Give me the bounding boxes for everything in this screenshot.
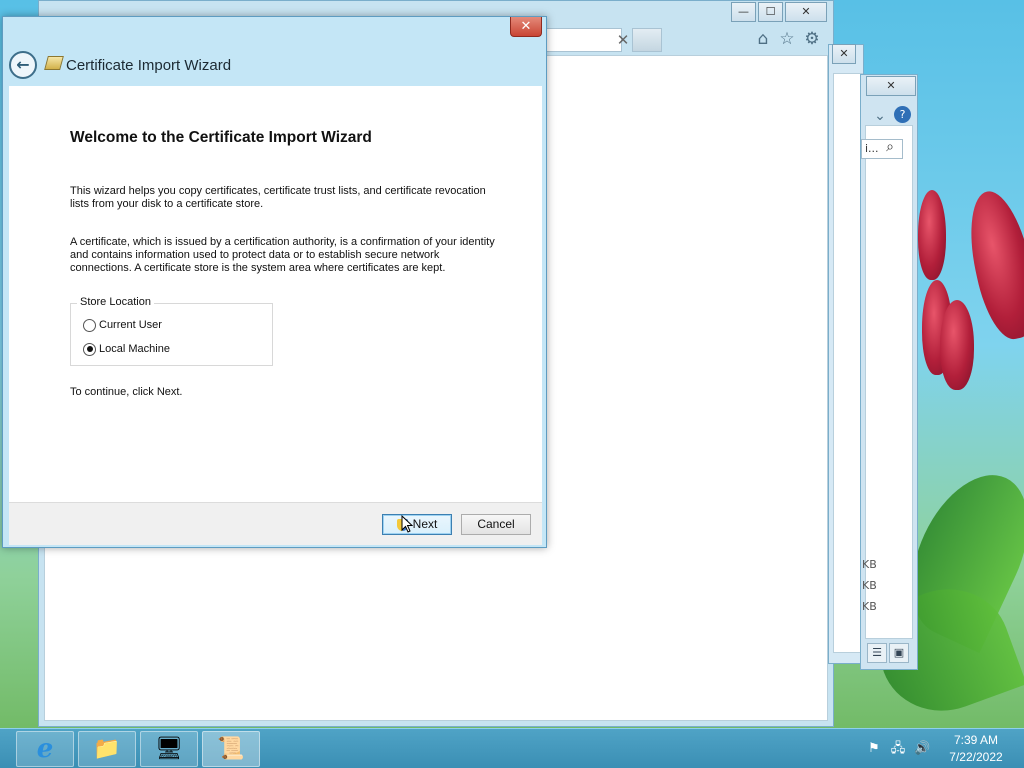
file-explorer-taskbar-button[interactable]: 📁 [78,731,136,767]
folder-icon: 📁 [93,736,121,762]
local-machine-label[interactable]: Local Machine [99,343,170,355]
network-icon[interactable]: 🖧 [890,741,906,757]
explorer-window[interactable] [828,44,864,664]
description-line: connections. A certificate store is the … [70,262,446,274]
help-icon[interactable]: ? [894,106,911,123]
current-user-radio-option[interactable]: Current User [83,317,162,333]
close-button[interactable]: ✕ [785,2,827,22]
next-button[interactable]: Next [382,514,452,535]
description-text: A certificate, which is issued by a cert… [70,236,510,275]
mouse-pointer-icon [401,515,413,533]
continue-instruction: To continue, click Next. [70,386,183,398]
page-heading: Welcome to the Certificate Import Wizard [70,129,372,146]
cancel-button[interactable]: Cancel [461,514,531,535]
internet-explorer-icon: e [36,734,54,764]
dialog-title: Certificate Import Wizard [66,57,232,74]
size-label: KB [862,558,877,571]
certificate-icon [44,56,64,70]
tulip-decoration [918,190,946,280]
certificate-icon: 📜 [217,736,245,762]
large-icons-view-icon[interactable]: ▣ [889,643,909,663]
internet-explorer-taskbar-button[interactable]: e [16,731,74,767]
certificate-import-wizard-dialog[interactable]: ✕ ← Certificate Import Wizard Welcome to… [2,16,547,548]
action-center-flag-icon[interactable]: ⚑ [866,741,882,757]
server-manager-icon: 🖥 [155,736,183,762]
clock-time[interactable]: 7:39 AM [941,733,1011,747]
wizard-footer: Next Cancel [9,502,542,545]
chevron-down-icon[interactable]: ⌄ [870,106,890,126]
wizard-body: Welcome to the Certificate Import Wizard… [9,86,542,502]
maximize-button[interactable]: ☐ [758,2,783,22]
close-button[interactable]: ✕ [510,17,542,37]
new-tab-button[interactable] [632,28,662,52]
taskbar: e 📁 🖥 📜 ⚑ 🖧 🔊 [0,728,1024,768]
server-manager-taskbar-button[interactable]: 🖥 [140,731,198,767]
clock-date[interactable]: 7/22/2022 [941,750,1011,764]
tools-gear-icon[interactable]: ⚙ [802,29,822,49]
tab-close-icon[interactable]: ✕ [614,30,632,50]
intro-text: This wizard helps you copy certificates,… [70,185,510,211]
volume-icon[interactable]: 🔊 [914,741,930,757]
certificate-manager-close-button[interactable]: ✕ [866,76,916,96]
store-location-legend: Store Location [77,296,154,308]
tulip-decoration [940,300,974,390]
description-line: and contains information used to protect… [70,249,440,261]
favorites-star-icon[interactable]: ☆ [777,29,797,49]
home-icon[interactable]: ⌂ [753,29,773,49]
local-machine-radio[interactable] [83,342,96,356]
explorer-close-button[interactable]: ✕ [832,44,856,64]
intro-line: This wizard helps you copy certificates,… [70,185,486,197]
size-label: KB [862,600,877,613]
store-location-group: Store Location Current User Local Machin… [70,296,273,366]
explorer-content[interactable] [833,73,863,653]
search-icon[interactable]: ⌕ [880,137,900,157]
local-machine-radio-option[interactable]: Local Machine [83,341,170,357]
details-view-icon[interactable]: ☰ [867,643,887,663]
minimize-button[interactable]: — [731,2,756,22]
certificate-manager-taskbar-button[interactable]: 📜 [202,731,260,767]
current-user-label[interactable]: Current User [99,319,162,331]
size-label: KB [862,579,877,592]
back-arrow-icon[interactable]: ← [9,51,37,79]
description-line: A certificate, which is issued by a cert… [70,236,495,248]
intro-line: lists from your disk to a certificate st… [70,198,264,210]
current-user-radio[interactable] [83,318,96,332]
